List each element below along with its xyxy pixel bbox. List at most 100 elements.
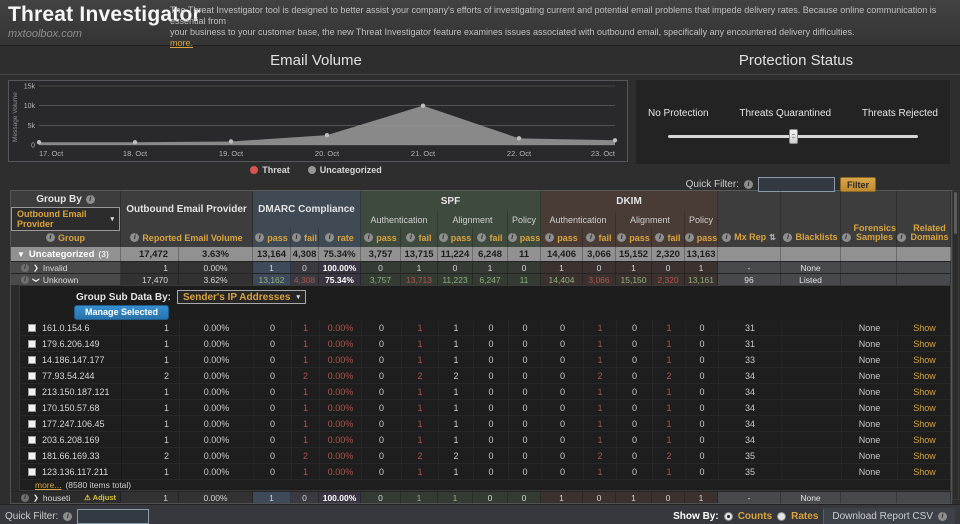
summary-row[interactable]: ▼Uncategorized(3)17,4723.63%13,1644,3087… bbox=[11, 247, 951, 261]
info-icon[interactable]: i bbox=[842, 233, 851, 242]
info-icon[interactable]: i bbox=[508, 233, 517, 242]
cell: 1 bbox=[122, 352, 180, 367]
cell: 1 bbox=[653, 432, 686, 447]
cell: 1 bbox=[584, 336, 617, 351]
info-icon[interactable]: i bbox=[545, 233, 554, 242]
cell: 0.00% bbox=[180, 384, 254, 399]
info-icon[interactable]: i bbox=[325, 233, 334, 242]
show-link[interactable]: Show bbox=[898, 400, 952, 415]
info-icon[interactable]: i bbox=[86, 195, 95, 204]
sub-data-selected: Sender's IP Addresses bbox=[183, 292, 290, 303]
cell: 1 bbox=[402, 384, 439, 399]
ip-row[interactable]: 77.93.54.24420.00%020.00%022000202034Non… bbox=[20, 368, 950, 384]
info-icon[interactable]: i bbox=[21, 264, 29, 272]
spf-policy-header: Policy bbox=[508, 212, 541, 228]
show-link[interactable]: Show bbox=[898, 464, 952, 479]
info-icon[interactable]: i bbox=[617, 233, 626, 242]
expand-icon[interactable]: ❯ bbox=[33, 264, 39, 272]
info-icon[interactable]: i bbox=[406, 233, 415, 242]
info-icon[interactable]: i bbox=[744, 180, 753, 189]
row-checkbox[interactable] bbox=[28, 420, 36, 428]
filter-button[interactable]: Filter bbox=[840, 177, 876, 192]
info-icon[interactable]: i bbox=[255, 233, 264, 242]
ip-row[interactable]: 203.6.208.16910.00%010.00%011000101034No… bbox=[20, 432, 950, 448]
cell: 1 bbox=[122, 384, 180, 399]
collapse-icon[interactable]: ▼ bbox=[17, 250, 25, 259]
info-icon[interactable]: i bbox=[477, 233, 486, 242]
cell: 0 bbox=[542, 352, 584, 367]
counts-label[interactable]: Counts bbox=[738, 511, 772, 522]
show-link[interactable]: Show bbox=[898, 320, 952, 335]
ip-row[interactable]: 177.247.106.4510.00%010.00%011000101034N… bbox=[20, 416, 950, 432]
email-volume-section: Email Volume 05k10k15k17. Oct18. Oct19. … bbox=[0, 46, 632, 190]
cell: 1 bbox=[616, 262, 652, 273]
scrollbar-thumb[interactable] bbox=[954, 192, 957, 234]
info-icon[interactable]: i bbox=[439, 233, 448, 242]
show-link[interactable]: Show bbox=[898, 352, 952, 367]
show-link[interactable]: Show bbox=[898, 368, 952, 383]
info-icon[interactable]: i bbox=[21, 276, 29, 284]
ip-row[interactable]: 123.136.117.21110.00%010.00%011000101035… bbox=[20, 464, 950, 480]
threat-investigator-app: Threat Investigator mxtoolbox.com The Th… bbox=[0, 0, 960, 524]
cell: 1 bbox=[653, 352, 686, 367]
cell: 3,066 bbox=[583, 274, 616, 285]
slider-handle[interactable] bbox=[789, 129, 798, 144]
row-checkbox[interactable] bbox=[28, 468, 36, 476]
rates-label[interactable]: Rates bbox=[791, 511, 818, 522]
show-link[interactable]: Show bbox=[898, 384, 952, 399]
info-icon[interactable]: i bbox=[685, 233, 694, 242]
info-icon[interactable]: i bbox=[586, 233, 595, 242]
info-icon[interactable]: i bbox=[783, 233, 792, 242]
legend-item[interactable]: Threat bbox=[250, 165, 290, 175]
info-icon[interactable]: i bbox=[722, 233, 731, 242]
rates-radio[interactable] bbox=[777, 512, 786, 521]
top-panels: Email Volume 05k10k15k17. Oct18. Oct19. … bbox=[0, 46, 960, 190]
row-checkbox[interactable] bbox=[28, 356, 36, 364]
reported-volume-subheader: i Reported Email Volume bbox=[121, 228, 253, 247]
sub-data-dropdown[interactable]: Sender's IP Addresses ▾ bbox=[177, 290, 306, 304]
ip-row[interactable]: 14.186.147.17710.00%010.00%011000101033N… bbox=[20, 352, 950, 368]
sort-icon[interactable]: ⇅ bbox=[769, 233, 776, 242]
info-icon[interactable]: i bbox=[938, 512, 947, 521]
row-checkbox[interactable] bbox=[28, 372, 36, 380]
download-report-csv-button[interactable]: Download Report CSV i bbox=[823, 508, 955, 524]
row-checkbox[interactable] bbox=[28, 452, 36, 460]
info-icon[interactable]: i bbox=[46, 233, 55, 242]
ip-row[interactable]: 161.0.154.610.00%010.00%011000101031None… bbox=[20, 320, 950, 336]
group-row[interactable]: i❯Unknown17,4703.62%13,1624,30875.34%3,7… bbox=[11, 273, 951, 285]
info-icon[interactable]: i bbox=[292, 233, 301, 242]
manage-selected-button[interactable]: Manage Selected bbox=[74, 305, 169, 320]
row-checkbox[interactable] bbox=[28, 436, 36, 444]
show-link[interactable]: Show bbox=[898, 432, 952, 447]
vertical-scrollbar[interactable] bbox=[952, 190, 959, 500]
cell: 0 bbox=[509, 368, 542, 383]
info-icon[interactable]: i bbox=[130, 233, 139, 242]
info-icon[interactable]: i bbox=[897, 233, 906, 242]
ip-row[interactable]: 170.150.57.6810.00%010.00%011000101034No… bbox=[20, 400, 950, 416]
ip-row[interactable]: 213.150.187.12110.00%010.00%011000101034… bbox=[20, 384, 950, 400]
info-icon[interactable]: i bbox=[655, 233, 664, 242]
info-icon[interactable]: i bbox=[21, 494, 29, 502]
row-checkbox[interactable] bbox=[28, 388, 36, 396]
info-icon[interactable]: i bbox=[364, 233, 373, 242]
more-items-link[interactable]: more... bbox=[35, 480, 61, 490]
group-row[interactable]: i❯Invalid10.00%10100.00%0101010101-None bbox=[11, 261, 951, 273]
row-checkbox[interactable] bbox=[28, 404, 36, 412]
expand-icon[interactable]: ❯ bbox=[33, 494, 39, 502]
legend-item[interactable]: Uncategorized bbox=[308, 165, 382, 175]
row-checkbox[interactable] bbox=[28, 324, 36, 332]
adjust-warning[interactable]: ⚠ Adjust bbox=[84, 493, 116, 502]
show-link[interactable]: Show bbox=[898, 448, 952, 463]
quick-filter-bottom-input[interactable] bbox=[77, 509, 149, 524]
row-checkbox[interactable] bbox=[28, 340, 36, 348]
show-link[interactable]: Show bbox=[898, 416, 952, 431]
ip-row[interactable]: 179.6.206.14910.00%010.00%011000101031No… bbox=[20, 336, 950, 352]
info-icon[interactable]: i bbox=[63, 512, 72, 521]
counts-radio[interactable] bbox=[724, 512, 733, 521]
show-link[interactable]: Show bbox=[898, 336, 952, 351]
ip-row[interactable]: 181.66.169.3320.00%020.00%022000202035No… bbox=[20, 448, 950, 464]
quick-filter-input[interactable] bbox=[758, 177, 835, 192]
expand-icon[interactable]: ❯ bbox=[32, 277, 40, 283]
group-row[interactable]: i❯houseti⚠ Adjust10.00%10100.00%01100101… bbox=[11, 491, 951, 503]
cell: 0 bbox=[509, 352, 542, 367]
